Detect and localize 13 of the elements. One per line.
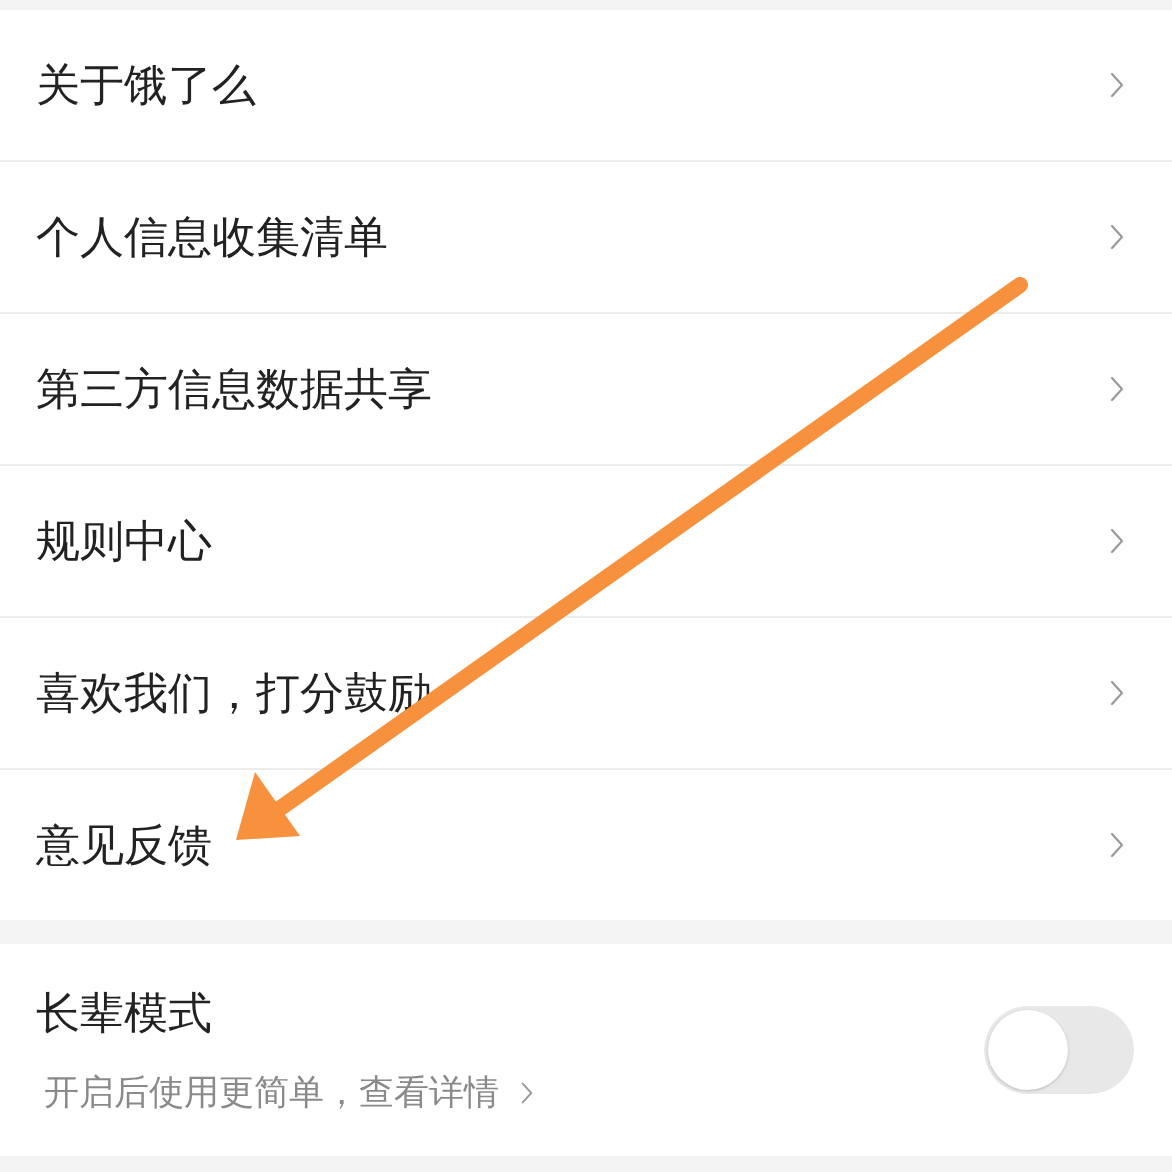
chevron-icon (1110, 376, 1124, 402)
chevron-icon (1110, 224, 1124, 250)
chevron-icon (1110, 832, 1124, 858)
chevron-icon (521, 1080, 533, 1105)
chevron-icon (1110, 680, 1124, 706)
chevron-icon (1110, 72, 1124, 98)
chevron-icon (1110, 528, 1124, 554)
menu-item[interactable]: 意见反馈 (0, 770, 1172, 920)
menu-item[interactable]: 个人信息收集清单 (0, 162, 1172, 314)
elder-mode-title: 长辈模式 (36, 986, 213, 1040)
menu-item[interactable]: 规则中心 (0, 466, 1172, 618)
menu-item[interactable]: 关于饿了么 (0, 10, 1172, 162)
menu-item[interactable]: 第三方信息数据共享 (0, 314, 1172, 466)
